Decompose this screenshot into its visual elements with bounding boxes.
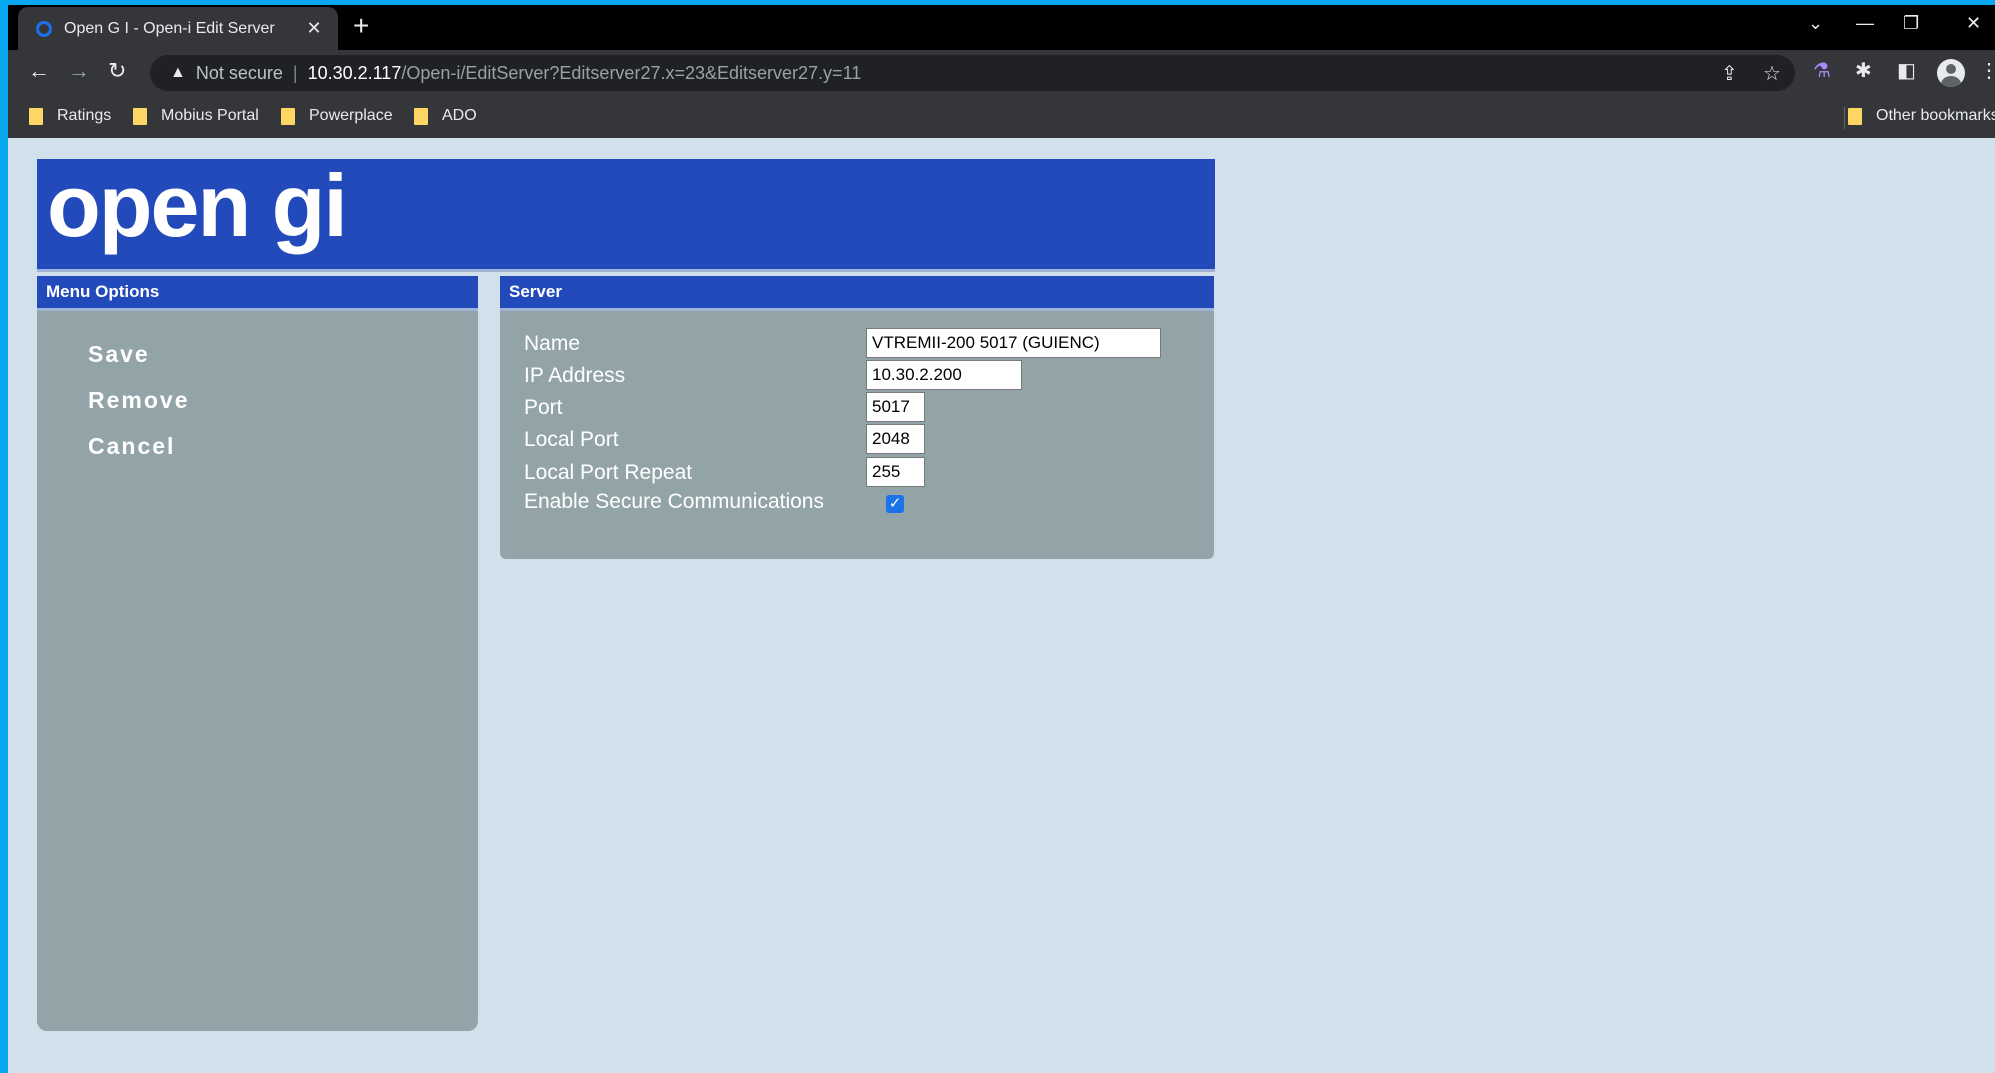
bookmark-mobius-portal[interactable]: Mobius Portal [133,107,259,125]
folder-icon [133,107,147,125]
url-path: /Open-i/EditServer?Editserver27.x=23&Edi… [401,62,862,83]
name-label: Name [524,332,581,355]
ip-address-label: IP Address [524,364,626,387]
side-panel-icon[interactable]: ◧ [1897,58,1916,83]
open-gi-logo: open gi [47,156,348,255]
tab-title: Open G I - Open-i Edit Server [64,19,275,37]
cancel-button[interactable]: Cancel [88,433,175,460]
share-icon[interactable]: ⇪ [1721,61,1738,86]
folder-icon [1848,107,1862,125]
browser-tab[interactable]: Open G I - Open-i Edit Server ✕ [18,7,338,50]
browser-toolbar: ← → ↻ ▲ Not secure | 10.30.2.117 /Open-i… [8,50,1995,96]
bookmark-label: Other bookmarks [1876,107,1995,124]
local-port-input[interactable] [866,424,925,454]
folder-icon [29,107,43,125]
extensions-puzzle-icon[interactable]: ✱ [1855,58,1872,83]
bookmark-other-bookmarks[interactable]: Other bookmarks [1848,107,1995,125]
labs-flask-icon[interactable]: ⚗ [1813,58,1831,83]
more-menu-icon[interactable]: ⋮ [1979,58,1995,83]
menu-options-panel: Menu Options Save Remove Cancel [37,276,478,1031]
tab-search-icon[interactable]: ⌄ [1808,13,1823,34]
name-input[interactable] [866,328,1161,358]
back-icon[interactable]: ← [28,58,50,84]
bookmarks-divider [1844,107,1845,129]
bookmark-powerplace[interactable]: Powerplace [281,107,393,125]
tab-close-icon[interactable]: ✕ [300,18,328,39]
site-favicon-icon [36,20,52,37]
browser-tabstrip: Open G I - Open-i Edit Server ✕ + ⌄ — ❐ … [8,5,1995,50]
bookmark-label: Powerplace [309,107,393,124]
ip-address-input[interactable] [866,360,1022,390]
port-label: Port [524,396,563,419]
close-window-icon[interactable]: ✕ [1966,13,1981,34]
url-separator: | [292,62,298,83]
forward-icon[interactable]: → [68,58,90,84]
save-button[interactable]: Save [88,341,150,368]
bookmark-label: Ratings [57,107,112,124]
local-port-repeat-input[interactable] [866,457,925,487]
url-host: 10.30.2.117 [307,62,402,83]
folder-icon [414,107,428,125]
folder-icon [281,107,295,125]
bookmark-label: Mobius Portal [161,107,259,124]
remove-button[interactable]: Remove [88,387,189,414]
local-port-repeat-label: Local Port Repeat [524,461,693,484]
bookmark-label: ADO [442,107,477,124]
address-bar[interactable]: ▲ Not secure | 10.30.2.117 /Open-i/EditS… [150,55,1795,91]
bookmark-ado[interactable]: ADO [414,107,477,125]
local-port-label: Local Port [524,428,619,451]
minimize-icon[interactable]: — [1856,13,1874,34]
server-header: Server [500,276,1214,308]
bookmark-ratings[interactable]: Ratings [29,107,111,125]
profile-avatar-icon[interactable] [1937,59,1965,87]
header-banner: open gi [37,156,1215,269]
bookmarks-bar: Ratings Mobius Portal Powerplace ADO Oth… [8,96,1995,138]
server-panel: Server Name IP Address Port Local Port L… [500,276,1214,559]
page-content: open gi Menu Options Save Remove Cancel … [8,138,1995,1073]
enable-secure-communications-checkbox[interactable]: ✓ [886,495,904,513]
warning-icon: ▲ [170,64,186,81]
security-status: Not secure [195,62,283,83]
bookmark-star-icon[interactable]: ☆ [1763,61,1781,86]
reload-icon[interactable]: ↻ [108,58,126,84]
restore-icon[interactable]: ❐ [1903,13,1919,34]
port-input[interactable] [866,392,925,422]
menu-options-header: Menu Options [37,276,478,308]
enable-secure-communications-label: Enable Secure Communications [524,490,824,513]
new-tab-icon[interactable]: + [353,10,369,42]
